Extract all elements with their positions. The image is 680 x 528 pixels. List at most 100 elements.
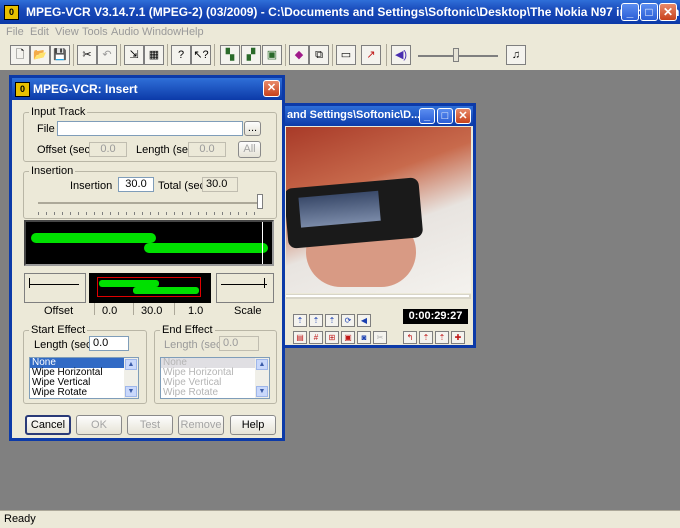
scale-value-total: 30.0 bbox=[141, 305, 163, 317]
frame-icon[interactable]: ▣ bbox=[341, 331, 355, 344]
jump-icon[interactable]: ↗ bbox=[361, 45, 381, 65]
monitor-icon[interactable]: ▭ bbox=[336, 45, 356, 65]
start-length-field[interactable]: 0.0 bbox=[89, 336, 129, 351]
loop-icon[interactable]: ⟳ bbox=[341, 314, 355, 327]
timecode-display: 0:00:29:27 bbox=[403, 309, 468, 324]
scroll-up-icon[interactable]: ▲ bbox=[125, 359, 137, 370]
dialog-close-button[interactable]: ✕ bbox=[263, 80, 280, 97]
timeline-track-inserted bbox=[144, 243, 268, 253]
end-length-label: Length (sec) bbox=[164, 339, 226, 351]
app-icon[interactable]: 0 bbox=[4, 5, 19, 20]
app-title-bar[interactable]: 0 MPEG-VCR V3.14.7.1 (MPEG-2) (03/2009) … bbox=[0, 0, 680, 24]
maximize-button[interactable]: □ bbox=[640, 3, 658, 21]
scale-value-start: 0.0 bbox=[102, 305, 118, 317]
insertion-field[interactable]: 30.0 bbox=[118, 177, 154, 192]
menu-window[interactable]: Window bbox=[142, 26, 181, 38]
step-back-icon[interactable]: ⇡ bbox=[293, 314, 307, 327]
scale-slider-thumb[interactable] bbox=[264, 278, 265, 288]
start-effect-scrollbar[interactable]: ▲ ▼ bbox=[124, 358, 138, 398]
video-maximize-button[interactable]: □ bbox=[437, 108, 453, 124]
audio-settings-icon[interactable]: ♫ bbox=[506, 45, 526, 65]
scale-caption: Scale bbox=[234, 305, 262, 317]
cut-icon[interactable]: ✂ bbox=[77, 45, 97, 65]
dialog-title: MPEG-VCR: Insert bbox=[33, 82, 138, 96]
menu-edit[interactable]: Edit bbox=[30, 26, 49, 38]
offset-label: Offset (sec) bbox=[37, 144, 94, 156]
video-window-title: and Settings\Softonic\D... bbox=[287, 109, 421, 121]
scroll-up-icon[interactable]: ▲ bbox=[256, 359, 268, 370]
offset-slider-thumb[interactable] bbox=[29, 278, 30, 288]
grid-icon[interactable]: ▦ bbox=[144, 45, 164, 65]
context-help-icon[interactable]: ↖? bbox=[191, 45, 211, 65]
open-folder-icon[interactable]: 📂 bbox=[30, 45, 50, 65]
jump-start-icon[interactable]: ↰ bbox=[403, 331, 417, 344]
menu-tools[interactable]: Tools bbox=[82, 26, 108, 38]
split-icon[interactable]: ▚ bbox=[220, 45, 240, 65]
close-button[interactable]: ✕ bbox=[659, 3, 677, 21]
toolbar-separator bbox=[120, 44, 121, 66]
insertion-slider-thumb[interactable] bbox=[257, 194, 263, 209]
export-icon[interactable]: ⧉ bbox=[309, 45, 329, 65]
end-effect-scrollbar[interactable]: ▲ ▼ bbox=[255, 358, 269, 398]
minimize-button[interactable]: _ bbox=[621, 3, 639, 21]
mark-in-icon[interactable]: ⇡ bbox=[325, 314, 339, 327]
app-title: MPEG-VCR V3.14.7.1 (MPEG-2) (03/2009) - … bbox=[26, 5, 680, 19]
scale-slider[interactable] bbox=[216, 273, 274, 303]
video-close-button[interactable]: ✕ bbox=[455, 108, 471, 124]
video-window-title-bar[interactable]: and Settings\Softonic\D... _ □ ✕ bbox=[283, 106, 473, 126]
menu-audio[interactable]: Audio bbox=[111, 26, 139, 38]
speaker-icon[interactable]: ◀) bbox=[391, 45, 411, 65]
video-seek-bar[interactable] bbox=[286, 294, 471, 299]
record-clip-icon[interactable]: ◙ bbox=[357, 331, 371, 344]
undo-icon[interactable]: ↶ bbox=[97, 45, 117, 65]
new-file-icon[interactable]: 🗋 bbox=[10, 45, 30, 65]
ok-button[interactable]: OK bbox=[76, 415, 122, 435]
offset-slider[interactable] bbox=[24, 273, 86, 303]
menu-help[interactable]: Help bbox=[181, 26, 204, 38]
scale-divider bbox=[174, 303, 175, 315]
split-here-icon[interactable]: ⊞ bbox=[325, 331, 339, 344]
merge-icon[interactable]: ▣ bbox=[262, 45, 282, 65]
save-icon[interactable]: 💾 bbox=[50, 45, 70, 65]
length-field[interactable]: 0.0 bbox=[188, 142, 226, 157]
menu-bar: File Edit View Tools Audio Window Help bbox=[0, 24, 680, 40]
delete-mark-icon[interactable]: ✚ bbox=[451, 331, 465, 344]
volume-slider-thumb[interactable] bbox=[453, 48, 459, 62]
menu-view[interactable]: View bbox=[55, 26, 79, 38]
start-length-label: Length (sec) bbox=[34, 339, 96, 351]
step-up-icon[interactable]: ⇡ bbox=[309, 314, 323, 327]
file-input[interactable] bbox=[57, 121, 243, 136]
all-button[interactable]: All bbox=[238, 141, 261, 158]
grid-cut-icon[interactable]: # bbox=[309, 331, 323, 344]
toolbar-separator bbox=[214, 44, 215, 66]
list-item[interactable]: Wipe Rotate bbox=[161, 388, 269, 398]
help-button[interactable]: Help bbox=[230, 415, 276, 435]
record-icon[interactable]: ◆ bbox=[289, 45, 309, 65]
trim-icon[interactable]: ▤ bbox=[293, 331, 307, 344]
insertion-slider-track[interactable] bbox=[38, 202, 260, 204]
start-effect-list[interactable]: None Wipe Horizontal Wipe Vertical Wipe … bbox=[29, 357, 139, 399]
end-length-field[interactable]: 0.0 bbox=[219, 336, 259, 351]
scroll-down-icon[interactable]: ▼ bbox=[256, 386, 268, 397]
scale-divider bbox=[94, 303, 95, 315]
end-effect-list[interactable]: None Wipe Horizontal Wipe Vertical Wipe … bbox=[160, 357, 270, 399]
scroll-down-icon[interactable]: ▼ bbox=[125, 386, 137, 397]
offset-field[interactable]: 0.0 bbox=[89, 142, 127, 157]
video-seek-track bbox=[286, 295, 469, 297]
jump-next-icon[interactable]: ⇡ bbox=[435, 331, 449, 344]
select-icon[interactable]: ⇲ bbox=[124, 45, 144, 65]
help-icon[interactable]: ? bbox=[171, 45, 191, 65]
join-icon[interactable]: ▞ bbox=[241, 45, 261, 65]
video-minimize-button[interactable]: _ bbox=[419, 108, 435, 124]
list-item[interactable]: Wipe Rotate bbox=[30, 388, 138, 398]
scissors-icon[interactable]: ✂ bbox=[373, 331, 387, 344]
audio-icon[interactable]: ◀ bbox=[357, 314, 371, 327]
browse-button[interactable]: ... bbox=[244, 121, 261, 136]
scale-value-factor: 1.0 bbox=[188, 305, 204, 317]
jump-prev-icon[interactable]: ⇡ bbox=[419, 331, 433, 344]
test-button[interactable]: Test bbox=[127, 415, 173, 435]
dialog-title-bar[interactable]: 0 MPEG-VCR: Insert ✕ bbox=[12, 78, 282, 100]
cancel-button[interactable]: Cancel bbox=[25, 415, 71, 435]
remove-button[interactable]: Remove bbox=[178, 415, 224, 435]
menu-file[interactable]: File bbox=[6, 26, 24, 38]
